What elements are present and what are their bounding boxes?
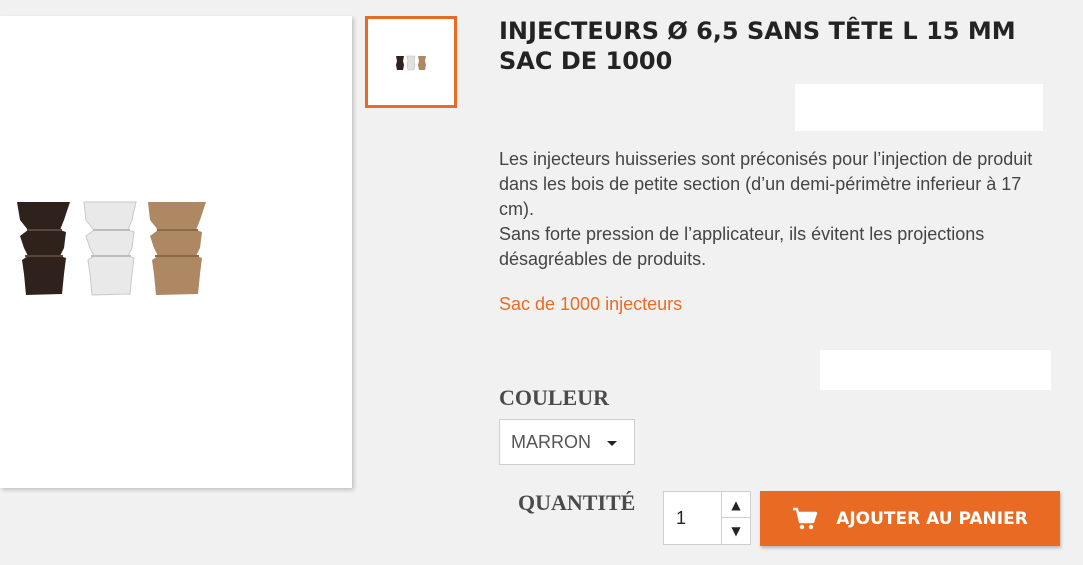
blank-panel-top	[795, 84, 1043, 131]
quantity-input[interactable]: 1	[676, 508, 686, 529]
color-select[interactable]: MARRON	[499, 419, 635, 465]
blank-panel-middle	[820, 350, 1051, 390]
quantity-label: QUANTITÉ	[518, 490, 636, 515]
product-thumbnail[interactable]	[365, 16, 457, 108]
quantity-increase-button[interactable]: ▲	[722, 492, 750, 518]
product-description: Les injecteurs huisseries sont préconisé…	[499, 147, 1059, 272]
product-title: INJECTEURS Ø 6,5 SANS TÊTE L 15 MM SAC D…	[499, 17, 1016, 75]
product-bag-size: Sac de 1000 injecteurs	[499, 294, 683, 314]
caret-down-icon	[607, 441, 617, 446]
add-to-cart-label: AJOUTER AU PANIER	[836, 508, 1028, 529]
chevron-down-icon: ▼	[731, 524, 741, 538]
description-paragraph-1: Les injecteurs huisseries sont préconisé…	[499, 149, 1033, 219]
product-main-image[interactable]	[0, 16, 352, 488]
cart-icon	[792, 507, 818, 531]
product-image-injectors	[17, 201, 206, 296]
color-select-value: MARRON	[511, 431, 591, 452]
chevron-up-icon: ▲	[731, 497, 741, 512]
color-label: COULEUR	[499, 385, 610, 410]
thumbnail-injectors-image	[396, 55, 426, 71]
quantity-stepper[interactable]: 1 ▲ ▼	[663, 491, 751, 545]
add-to-cart-button[interactable]: AJOUTER AU PANIER	[760, 491, 1060, 546]
description-paragraph-2: Sans forte pression de l’applicateur, il…	[499, 224, 985, 269]
quantity-buttons: ▲ ▼	[721, 492, 750, 544]
quantity-decrease-button[interactable]: ▼	[722, 518, 750, 544]
